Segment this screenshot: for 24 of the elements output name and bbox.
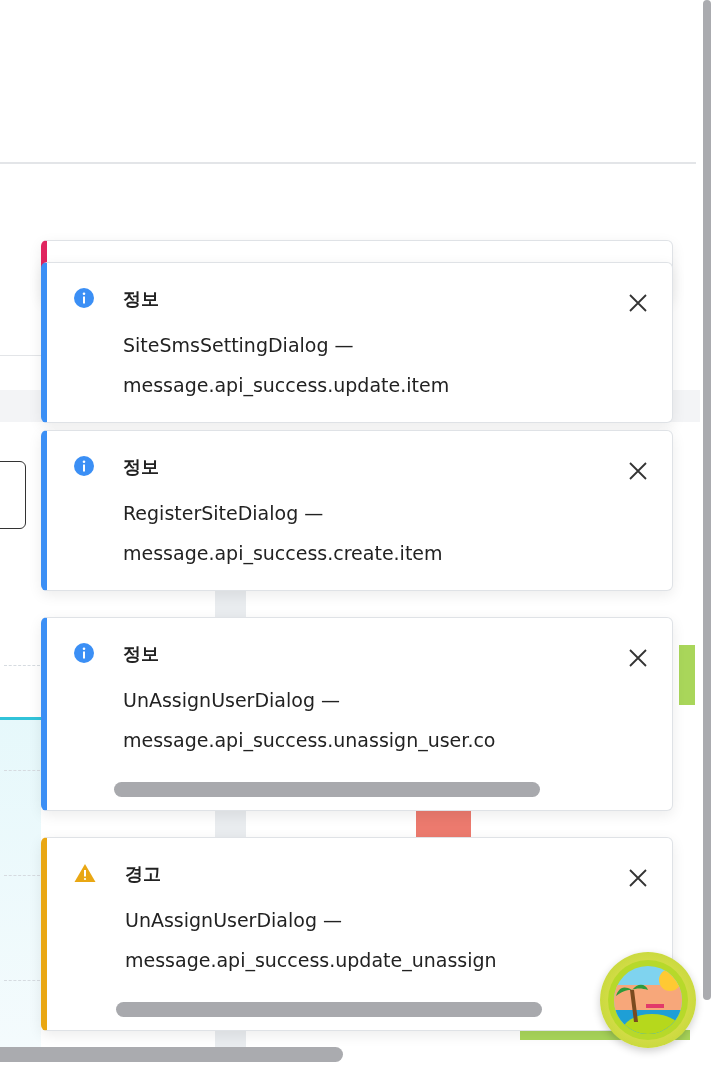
close-button[interactable]	[628, 461, 648, 481]
info-icon	[74, 456, 94, 476]
notification-title: 정보	[123, 642, 160, 666]
notification-title: 정보	[123, 287, 160, 311]
close-button[interactable]	[628, 648, 648, 668]
notification-title: 경고	[125, 862, 162, 886]
notification-source: RegisterSiteDialog —	[123, 501, 325, 526]
close-button[interactable]	[628, 868, 648, 888]
chart-segment	[679, 645, 695, 705]
info-icon	[74, 643, 94, 663]
info-icon	[74, 288, 94, 308]
notification-message: message.api_success.update_unassign	[125, 948, 498, 974]
notification-source: SiteSmsSettingDialog —	[123, 333, 355, 358]
outlined-box	[0, 461, 26, 529]
notification-title: 정보	[123, 455, 160, 479]
chart-segment	[416, 810, 471, 838]
avatar-button[interactable]	[600, 952, 696, 1048]
notification-source: UnAssignUserDialog —	[125, 908, 343, 933]
close-button[interactable]	[628, 293, 648, 313]
notification-message: message.api_success.update.item	[123, 373, 451, 399]
notification-message: message.api_success.unassign_user.co	[123, 728, 497, 754]
warning-icon	[74, 863, 96, 883]
notification-source: UnAssignUserDialog —	[123, 688, 341, 713]
notification-message: message.api_success.create.item	[123, 541, 444, 567]
